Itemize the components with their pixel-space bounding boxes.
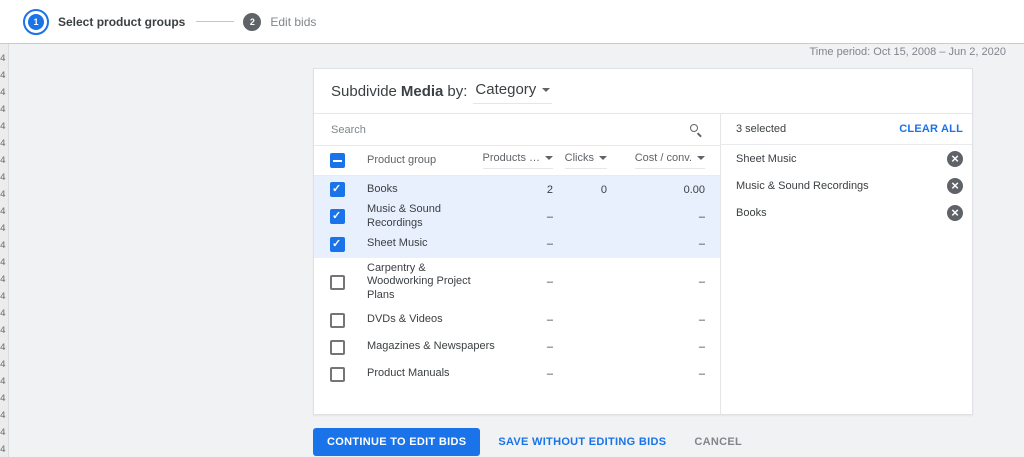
clear-all-button[interactable]: CLEAR ALL: [899, 123, 963, 135]
product-group-name: Carpentry & Woodworking Project Plans: [367, 261, 471, 302]
remove-icon[interactable]: [947, 177, 963, 194]
step-2-circle: 2: [243, 12, 262, 31]
search-bar: [314, 114, 720, 146]
chevron-down-icon: [542, 87, 551, 92]
save-without-editing-bids-button[interactable]: SAVE WITHOUT EDITING BIDS: [486, 428, 678, 456]
selected-panel-header: 3 selected CLEAR ALL: [721, 114, 972, 145]
checkbox-checked[interactable]: [330, 209, 345, 225]
subdivide-prefix: Subdivide: [331, 82, 397, 100]
subdivide-by: by:: [447, 82, 468, 100]
product-group-name: Product Manuals: [367, 367, 450, 380]
column-clicks[interactable]: Clicks: [553, 152, 607, 169]
table-row[interactable]: Magazines & Newspapers – –: [314, 334, 720, 361]
continue-to-edit-bids-button[interactable]: CONTINUE TO EDIT BIDS: [313, 428, 481, 456]
step-1-number: 1: [28, 13, 44, 30]
product-group-name: Magazines & Newspapers: [367, 340, 495, 353]
products-value: –: [546, 276, 553, 289]
stepper: 1 Select product groups 2 Edit bids: [23, 8, 317, 35]
table-row[interactable]: DVDs & Videos – –: [314, 307, 720, 334]
remove-icon[interactable]: [947, 150, 963, 167]
checkbox-checked[interactable]: [330, 236, 345, 252]
selected-count: 3 selected: [736, 123, 787, 135]
product-group-name: Sheet Music: [367, 237, 428, 250]
table-row[interactable]: Product Manuals – –: [314, 361, 720, 388]
cost-conv-value: –: [698, 210, 705, 223]
step-select-product-groups[interactable]: 1 Select product groups: [23, 8, 186, 35]
product-group-name: Music & Sound Recordings: [367, 203, 441, 229]
step-2-number: 2: [249, 16, 255, 27]
selected-item: Music & Sound Recordings: [721, 172, 972, 199]
table-row[interactable]: Carpentry & Woodworking Project Plans – …: [314, 258, 720, 307]
checkbox-unchecked[interactable]: [330, 339, 345, 355]
search-icon[interactable]: [690, 124, 702, 137]
selected-panel: 3 selected CLEAR ALL Sheet Music Music &…: [720, 114, 972, 414]
clicks-value: 0: [600, 183, 607, 196]
products-value: –: [546, 314, 553, 327]
product-group-table: Product group Products … Clicks Cost / c…: [314, 114, 720, 414]
checkbox-checked[interactable]: [330, 182, 345, 197]
product-group-name: DVDs & Videos: [367, 313, 443, 326]
chevron-down-icon: [599, 156, 607, 160]
search-input[interactable]: [331, 123, 690, 136]
cost-conv-value: –: [698, 238, 705, 250]
selected-item-label: Music & Sound Recordings: [736, 179, 869, 192]
chevron-down-icon: [697, 156, 705, 160]
table-header-row: Product group Products … Clicks Cost / c…: [314, 146, 720, 176]
selected-item: Sheet Music: [721, 145, 972, 172]
step-1-label: Select product groups: [58, 14, 186, 29]
step-1-circle: 1: [23, 8, 49, 35]
checkbox-unchecked[interactable]: [330, 366, 345, 382]
subdivide-entity: Media: [400, 82, 444, 100]
step-2-label: Edit bids: [270, 14, 317, 29]
stepper-bar: 1 Select product groups 2 Edit bids: [0, 0, 1024, 44]
selected-item: Books: [721, 199, 972, 226]
products-value: –: [546, 368, 553, 381]
column-product-group: Product group: [367, 153, 437, 166]
products-value: 2: [546, 183, 553, 196]
column-products[interactable]: Products …: [447, 152, 553, 169]
remove-icon[interactable]: [947, 204, 963, 221]
checkbox-unchecked[interactable]: [330, 312, 345, 328]
cancel-button[interactable]: CANCEL: [682, 428, 754, 456]
table-row[interactable]: Sheet Music – –: [314, 230, 720, 258]
dialog-title: Subdivide Media by: Category: [314, 69, 972, 114]
cost-conv-value: –: [698, 341, 705, 354]
cost-conv-value: –: [698, 368, 705, 381]
selected-item-label: Books: [736, 206, 767, 219]
column-cost-conv[interactable]: Cost / conv.: [607, 152, 705, 169]
category-dropdown-value: Category: [475, 81, 537, 98]
left-edge-artifact: 4 4 4 4 4 4 4 4 4 4 4 4 4 4 4 4 4 4 4 4 …: [0, 0, 9, 457]
subdivide-dialog: Subdivide Media by: Category Product gro…: [313, 68, 973, 415]
cost-conv-value: –: [698, 314, 705, 327]
chevron-down-icon: [545, 156, 553, 160]
cost-conv-value: 0.00: [683, 183, 705, 196]
select-all-checkbox[interactable]: [330, 153, 345, 168]
checkbox-unchecked[interactable]: [330, 274, 345, 290]
step-edit-bids[interactable]: 2 Edit bids: [243, 12, 317, 31]
cost-conv-value: –: [698, 276, 705, 289]
category-dropdown[interactable]: Category: [473, 78, 553, 104]
dialog-actions: CONTINUE TO EDIT BIDS SAVE WITHOUT EDITI…: [313, 428, 754, 456]
product-group-name: Books: [367, 182, 398, 195]
products-value: –: [546, 210, 553, 223]
table-row[interactable]: Books 2 0 0.00: [314, 176, 720, 203]
products-value: –: [546, 238, 553, 250]
products-value: –: [546, 341, 553, 354]
selected-item-label: Sheet Music: [736, 152, 797, 165]
time-period-label: Time period: Oct 15, 2008 – Jun 2, 2020: [809, 46, 1007, 58]
table-row[interactable]: Music & Sound Recordings – –: [314, 203, 720, 231]
step-connector-line: [196, 21, 235, 22]
